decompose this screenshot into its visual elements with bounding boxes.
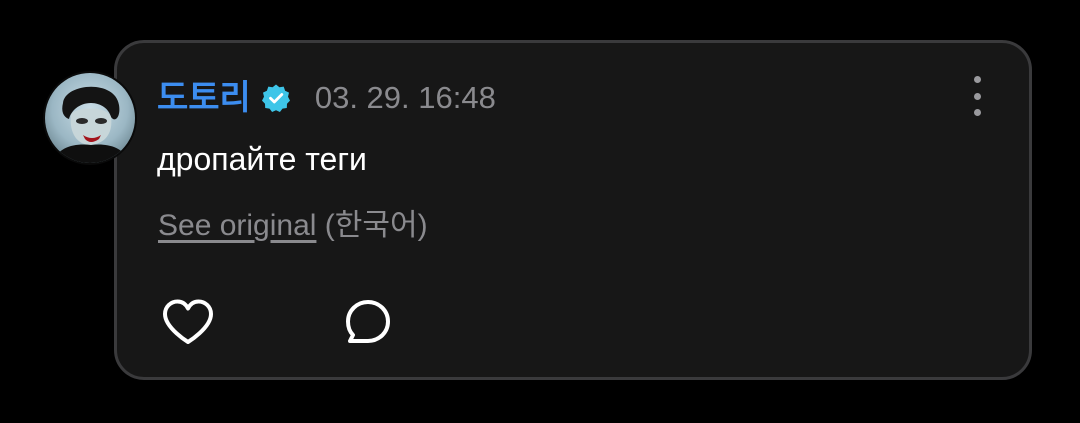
see-original-link[interactable]: See original [158,209,316,242]
heart-outline-icon [163,299,213,344]
original-language-label: (한국어) [316,209,428,242]
comment-text: дропайте теги [157,141,367,177]
avatar[interactable] [45,73,135,163]
more-vertical-icon-dot [973,92,981,100]
like-button[interactable] [160,294,216,350]
comment-button[interactable] [340,294,396,350]
comment-header: 도토리 03. 29. 16:48 [157,76,496,120]
translation-row: See original (한국어) [158,204,428,248]
more-vertical-icon [973,76,981,83]
more-vertical-icon-dot [973,109,981,116]
verified-badge-icon [261,83,291,113]
comment-bubble-icon [346,300,390,343]
more-options-button[interactable] [966,76,988,116]
timestamp: 03. 29. 16:48 [314,80,496,115]
screen: 도토리 03. 29. 16:48 дропайте теги See orig… [0,0,1080,423]
username[interactable]: 도토리 [157,76,251,120]
